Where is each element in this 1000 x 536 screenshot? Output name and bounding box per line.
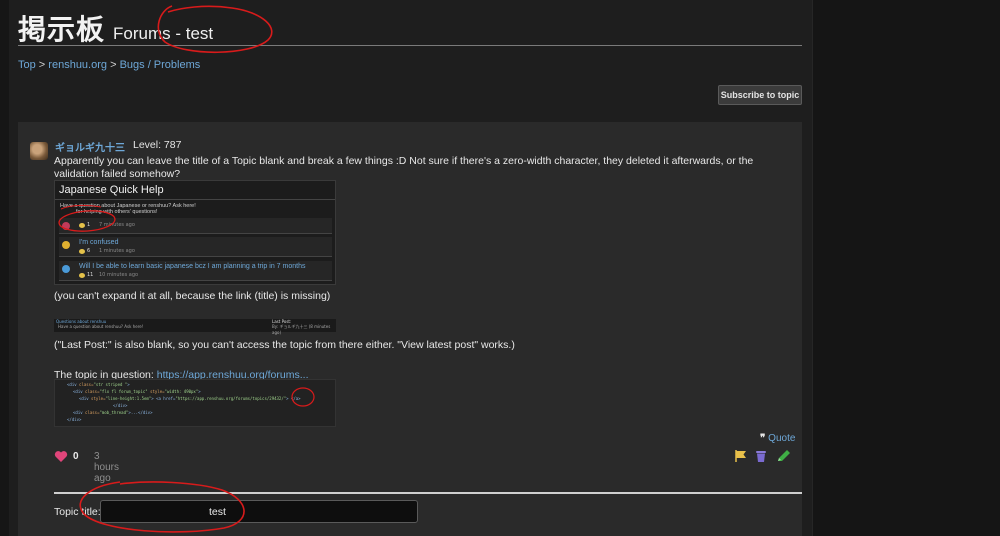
user-avatar-icon bbox=[62, 265, 70, 273]
code-line: </div> bbox=[67, 417, 82, 422]
user-avatar-icon bbox=[62, 222, 70, 230]
post-username[interactable]: ギョルギ九十三 bbox=[55, 139, 125, 154]
forum-post: ギョルギ九十三 Level: 787 Apparently you can le… bbox=[18, 122, 802, 536]
avatar[interactable] bbox=[30, 142, 48, 160]
title-subtitle: Forums - test bbox=[113, 24, 214, 43]
list-item-time: 7 minutes ago bbox=[99, 222, 135, 228]
code-line: </div> bbox=[113, 403, 128, 408]
topic-title-input[interactable]: test bbox=[100, 500, 418, 523]
topic-title-label: Topic title: bbox=[54, 506, 101, 518]
screenshot-last-post[interactable]: Questions about renshuu Have a question … bbox=[54, 319, 336, 335]
subscribe-to-topic-button[interactable]: Subscribe to topic bbox=[718, 85, 802, 105]
quote-button[interactable]: ❞ Quote bbox=[760, 433, 795, 444]
list-item: Will I be able to learn basic japanese b… bbox=[59, 261, 332, 281]
reply-divider bbox=[54, 492, 802, 494]
trash-icon[interactable] bbox=[754, 449, 768, 463]
reply-count: 6 bbox=[87, 248, 91, 254]
right-margin bbox=[812, 0, 1000, 536]
screenshot-forum-desc: Have a question about renshuu? Ask here! bbox=[58, 324, 144, 329]
screenshot-last-post-by: By: ギョルギ九十三 (8 minutes ago) bbox=[272, 324, 331, 335]
left-margin bbox=[0, 0, 9, 536]
breadcrumb-separator: > bbox=[107, 59, 120, 71]
post-time: 3 hours ago bbox=[94, 451, 120, 484]
reply-count: 11 bbox=[87, 272, 94, 278]
list-item-time: 1 minutes ago bbox=[99, 248, 135, 254]
post-paragraph-3: ("Last Post:" is also blank, so you can'… bbox=[54, 339, 515, 351]
screenshot-dev-code[interactable]: <div class="str striped "> <div class="f… bbox=[54, 379, 336, 427]
title-divider bbox=[18, 45, 802, 46]
screenshot-divider bbox=[55, 199, 335, 200]
reply-count: 1 bbox=[87, 222, 91, 228]
breadcrumb-top[interactable]: Top bbox=[18, 59, 36, 71]
list-item-title: Will I be able to learn basic japanese b… bbox=[79, 263, 306, 270]
breadcrumb-renshuu[interactable]: renshuu.org bbox=[48, 59, 107, 71]
code-line: <div class="str striped "> bbox=[67, 382, 130, 387]
page-title: 掲示板 Forums - test bbox=[18, 8, 213, 48]
screenshot-title: Japanese Quick Help bbox=[59, 184, 164, 196]
code-line: <div class="mob_thread">...</div> bbox=[73, 410, 153, 415]
list-item-time: 10 minutes ago bbox=[99, 272, 139, 278]
flag-icon[interactable] bbox=[734, 449, 748, 463]
code-line: <div style="line-height:1.5em"> <a href=… bbox=[79, 396, 301, 401]
heart-icon[interactable] bbox=[54, 450, 68, 463]
screenshot-desc-line-2: for helping with others' questions! bbox=[76, 209, 158, 215]
screenshot-description: Have a question about Japanese or renshu… bbox=[60, 203, 196, 215]
post-paragraph-2: (you can't expand it at all, because the… bbox=[54, 290, 331, 302]
list-item: I'm confused 6 1 minutes ago bbox=[59, 237, 332, 257]
quote-label: Quote bbox=[768, 433, 796, 444]
breadcrumb-bugs-problems[interactable]: Bugs / Problems bbox=[120, 59, 201, 71]
title-kanji: 掲示板 bbox=[18, 13, 106, 46]
user-level: Level: 787 bbox=[133, 139, 182, 151]
edit-pencil-icon[interactable] bbox=[776, 449, 792, 463]
list-item: 1 7 minutes ago bbox=[59, 218, 332, 234]
user-avatar-icon bbox=[62, 241, 70, 249]
screenshot-quick-help[interactable]: Japanese Quick Help Have a question abou… bbox=[54, 180, 336, 285]
breadcrumb: Top > renshuu.org > Bugs / Problems bbox=[18, 59, 200, 71]
code-line: <div class="flx fl forum_topic" style="w… bbox=[73, 389, 201, 394]
breadcrumb-separator: > bbox=[35, 59, 49, 71]
coin-icon bbox=[79, 249, 85, 254]
like-count: 0 bbox=[73, 451, 79, 462]
quote-icon: ❞ bbox=[760, 433, 766, 444]
coin-icon bbox=[79, 273, 85, 278]
list-item-title: I'm confused bbox=[79, 239, 119, 246]
post-paragraph-1: Apparently you can leave the title of a … bbox=[54, 155, 754, 180]
coin-icon bbox=[79, 223, 85, 228]
